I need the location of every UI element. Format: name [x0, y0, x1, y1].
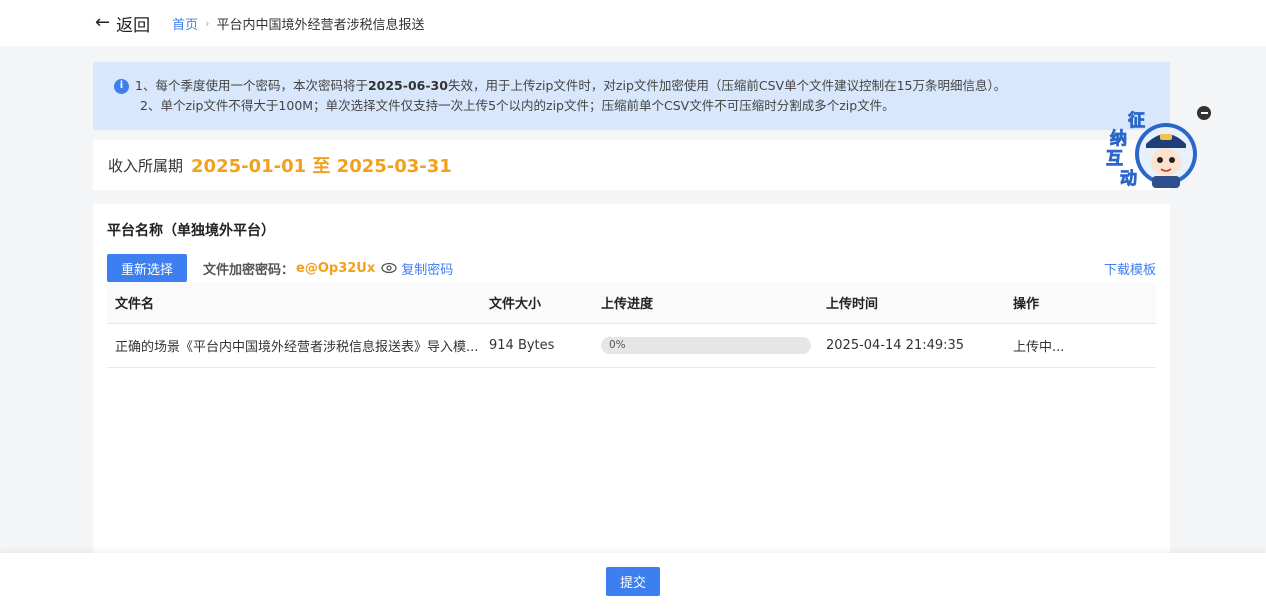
upload-toolbar: 重新选择 文件加密密码： e@Op32Ux 复制密码 下载模板	[107, 254, 1156, 282]
upload-panel: 平台名称（单独境外平台） 重新选择 文件加密密码： e@Op32Ux 复制密码 …	[93, 204, 1170, 554]
header-upload-time: 上传时间	[826, 297, 879, 312]
reselect-button[interactable]: 重新选择	[107, 254, 188, 282]
footer-bar: 提交	[0, 553, 1266, 609]
header-action: 操作	[1013, 297, 1040, 312]
password-value: e@Op32Ux	[296, 260, 376, 276]
notice-expiry-date: 2025-06-30	[367, 78, 448, 93]
breadcrumb-current: 平台内中国境外经营者涉税信息报送	[216, 17, 425, 33]
header-filename: 文件名	[115, 297, 155, 312]
period-label: 收入所属期	[108, 156, 184, 175]
upload-progress-bar: 0%	[601, 337, 811, 354]
mascot-char-2: 纳	[1110, 128, 1127, 149]
action-cell: 上传中...	[1013, 340, 1065, 355]
top-bar: ← 返回 首页 › 平台内中国境外经营者涉税信息报送	[0, 0, 1266, 46]
mascot-close-icon[interactable]	[1197, 106, 1211, 120]
copy-password-link[interactable]: 复制密码	[401, 259, 453, 278]
progress-cell: 0%	[601, 337, 826, 354]
notice-line-1: i 1、每个季度使用一个密码，本次密码将于 2025-06-30 失效，用于上传zi…	[114, 76, 1170, 96]
breadcrumb: 首页 › 平台内中国境外经营者涉税信息报送	[172, 14, 424, 33]
breadcrumb-home-link[interactable]: 首页	[172, 14, 198, 33]
table-row: 正确的场景《平台内中国境外经营者涉税信息报送表》导入模... 914 Bytes…	[107, 324, 1156, 368]
arrow-left-icon: ←	[95, 12, 111, 33]
notice-line1-suffix: 失效，用于上传zip文件时，对zip文件加密使用（压缩前CSV单个文件建议控制在…	[447, 78, 1007, 93]
submit-button[interactable]: 提交	[606, 566, 660, 596]
chevron-right-icon: ›	[205, 16, 210, 30]
platform-title: 平台名称（单独境外平台）	[107, 223, 275, 239]
file-table: 文件名 文件大小 上传进度 上传时间 操作 正确的场景《平台内中国境外经营者涉税…	[107, 282, 1156, 368]
eye-icon[interactable]	[381, 262, 397, 274]
notice-line1-prefix: 1、每个季度使用一个密码，本次密码将于	[135, 78, 368, 93]
file-name-cell: 正确的场景《平台内中国境外经营者涉税信息报送表》导入模...	[115, 340, 479, 355]
file-size-cell: 914 Bytes	[489, 338, 555, 353]
progress-text: 0%	[609, 339, 626, 351]
info-icon: i	[114, 78, 129, 94]
download-template-link[interactable]: 下载模板	[1104, 259, 1156, 278]
mascot-char-3: 互	[1106, 149, 1123, 169]
mascot-char-4: 动	[1120, 169, 1137, 189]
notice-banner: i 1、每个季度使用一个密码，本次密码将于 2025-06-30 失效，用于上传zi…	[93, 62, 1170, 130]
notice-line-2: 2、单个zip文件不得大于100M；单次选择文件仅支持一次上传5个以内的zip文…	[140, 98, 895, 113]
table-header: 文件名 文件大小 上传进度 上传时间 操作	[107, 282, 1156, 324]
mascot-char-1: 征	[1128, 110, 1145, 131]
back-button[interactable]: ← 返回	[95, 11, 150, 36]
income-period-section: 收入所属期 2025-01-01 至 2025-03-31	[93, 140, 1170, 190]
mascot-assistant[interactable]: 征 纳 互 动	[1106, 108, 1198, 192]
header-filesize: 文件大小	[489, 297, 542, 312]
header-progress: 上传进度	[601, 297, 654, 312]
upload-time-cell: 2025-04-14 21:49:35	[826, 338, 965, 353]
password-label: 文件加密密码：	[203, 262, 295, 278]
back-label: 返回	[116, 15, 151, 36]
period-value: 2025-01-01 至 2025-03-31	[191, 156, 452, 177]
